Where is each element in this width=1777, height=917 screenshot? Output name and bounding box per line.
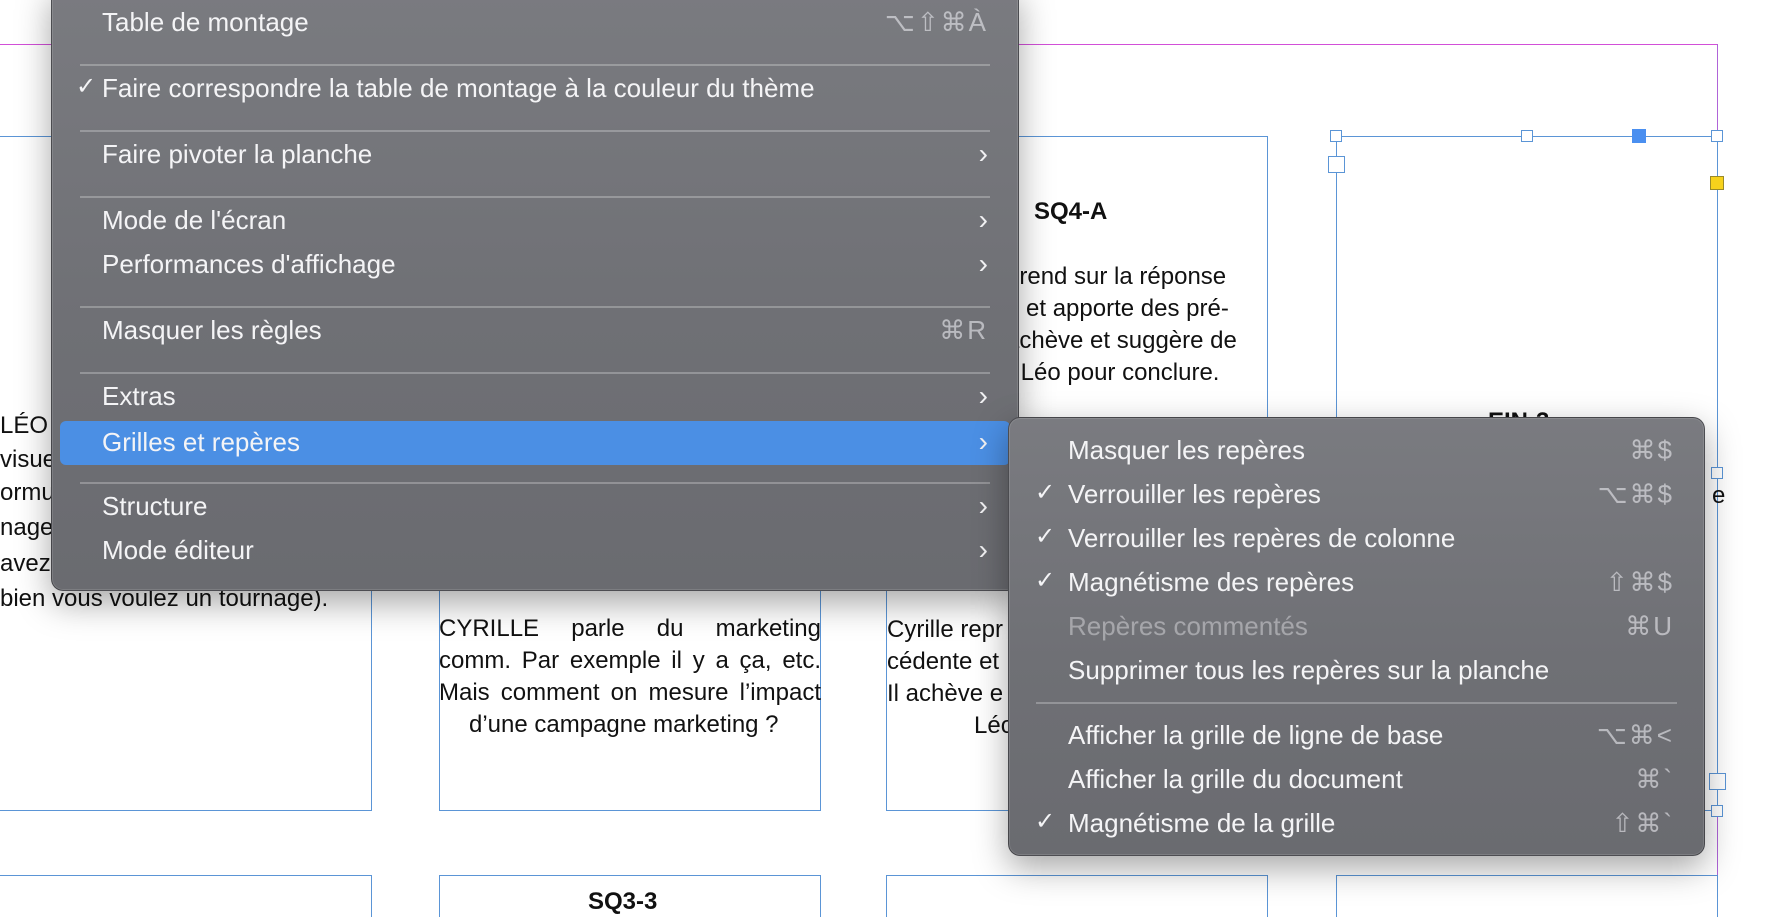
menu-item-table-de-montage[interactable]: Table de montage ⌥⇧⌘À: [60, 3, 1010, 41]
menu-separator: [1036, 702, 1677, 704]
menu-item-match-theme-color[interactable]: ✓ Faire correspondre la table de montage…: [60, 69, 1010, 107]
submenu-item-lock-column-guides[interactable]: ✓ Verrouiller les repères de colonne: [1017, 519, 1696, 557]
text-frame-out-port[interactable]: [1709, 773, 1726, 790]
checkmark-icon: ✓: [76, 73, 97, 100]
submenu-item-show-document-grid[interactable]: Afficher la grille du document ⌘`: [1017, 760, 1696, 798]
checkmark-icon: ✓: [1035, 479, 1056, 506]
text-cyrille-marketing: CYRILLE parle du marketing comm. Par exe…: [439, 615, 821, 706]
text-frame-bottom-4[interactable]: [1336, 875, 1718, 917]
corner-option-handle[interactable]: [1710, 176, 1724, 190]
text-line: ormu: [0, 479, 55, 506]
text-frame-in-port[interactable]: [1328, 156, 1345, 173]
selection-handle-top-left[interactable]: [1330, 130, 1342, 142]
shortcut-label: ⌘`: [1635, 764, 1674, 794]
view-menu: Table de montage ⌥⇧⌘À ✓ Faire correspond…: [51, 0, 1019, 591]
menu-separator: [80, 372, 990, 374]
selection-handle-top-middle[interactable]: [1521, 130, 1533, 142]
submenu-item-snap-to-guides[interactable]: ✓ Magnétisme des repères ⇧⌘$: [1017, 563, 1696, 601]
text-line: nage: [0, 514, 54, 541]
menu-separator: [80, 130, 990, 132]
chevron-right-icon: ›: [978, 248, 988, 279]
shortcut-label: ⌘U: [1625, 611, 1674, 641]
text-line: Cyrille repr: [887, 616, 1004, 643]
menu-separator: [80, 196, 990, 198]
menu-item-hide-rulers[interactable]: Masquer les règles ⌘R: [60, 311, 1010, 349]
shortcut-label: ⌘R: [939, 315, 988, 345]
selection-handle-bottom-right[interactable]: [1711, 805, 1723, 817]
grids-and-guides-submenu: Masquer les repères ⌘$ ✓ Verrouiller les…: [1008, 417, 1705, 856]
menu-separator: [80, 482, 990, 484]
shortcut-label: ⌥⇧⌘À: [884, 7, 988, 37]
text-line: prend sur la réponse: [1006, 263, 1227, 290]
text-line: Il achève e: [887, 680, 1004, 707]
text-frame-bottom-1[interactable]: [0, 875, 372, 917]
menu-item-extras[interactable]: Extras ›: [60, 377, 1010, 415]
selection-handle-middle-right[interactable]: [1711, 467, 1723, 479]
chevron-right-icon: ›: [978, 138, 988, 169]
submenu-item-smart-guides[interactable]: Repères commentés ⌘U: [1017, 607, 1696, 645]
chevron-right-icon: ›: [978, 204, 988, 235]
shortcut-label: ⌥⌘<: [1596, 720, 1674, 750]
menu-item-structure[interactable]: Structure ›: [60, 487, 1010, 525]
submenu-item-delete-all-guides[interactable]: Supprimer tous les repères sur la planch…: [1017, 651, 1696, 689]
selection-handle-anchor[interactable]: [1632, 129, 1646, 143]
chevron-right-icon: ›: [978, 380, 988, 411]
checkmark-icon: ✓: [1035, 808, 1056, 835]
menu-item-grids-and-guides[interactable]: Grilles et repères ›: [60, 421, 1010, 465]
submenu-item-snap-to-grid[interactable]: ✓ Magnétisme de la grille ⇧⌘`: [1017, 804, 1696, 842]
submenu-item-hide-guides[interactable]: Masquer les repères ⌘$: [1017, 431, 1696, 469]
submenu-item-lock-guides[interactable]: ✓ Verrouiller les repères ⌥⌘$: [1017, 475, 1696, 513]
menu-item-rotate-spread[interactable]: Faire pivoter la planche ›: [60, 135, 1010, 173]
chevron-right-icon: ›: [978, 534, 988, 565]
checkmark-icon: ✓: [1035, 523, 1056, 550]
text-line: e et apporte des pré-: [1006, 295, 1229, 322]
text-line: achève et suggère de: [1006, 327, 1237, 354]
shortcut-label: ⇧⌘$: [1605, 567, 1674, 597]
text-partial-letter: e: [1712, 482, 1726, 509]
menu-separator: [80, 64, 990, 66]
text-line: r Léo pour conclure.: [1006, 359, 1220, 386]
shortcut-label: ⌘$: [1629, 435, 1674, 465]
chevron-right-icon: ›: [978, 426, 988, 457]
heading-sq3-3: SQ3-3: [588, 888, 658, 915]
shortcut-label: ⌥⌘$: [1597, 479, 1674, 509]
text-line: cédente et: [887, 648, 1000, 675]
text-line: LÉO: [0, 412, 49, 439]
text-line: avez: [0, 550, 51, 577]
menu-separator: [80, 306, 990, 308]
chevron-right-icon: ›: [978, 490, 988, 521]
checkmark-icon: ✓: [1035, 567, 1056, 594]
heading-sq4a: SQ4-A: [1034, 198, 1108, 225]
menu-item-display-performance[interactable]: Performances d'affichage ›: [60, 245, 1010, 283]
selection-handle-top-right[interactable]: [1711, 130, 1723, 142]
text-line: visue: [0, 446, 57, 473]
submenu-item-show-baseline-grid[interactable]: Afficher la grille de ligne de base ⌥⌘<: [1017, 716, 1696, 754]
shortcut-label: ⇧⌘`: [1611, 808, 1674, 838]
menu-item-editor-mode[interactable]: Mode éditeur ›: [60, 531, 1010, 569]
menu-item-screen-mode[interactable]: Mode de l'écran ›: [60, 201, 1010, 239]
text-frame-bottom-3[interactable]: [886, 875, 1268, 917]
text-line: d’une campagne marketing ?: [469, 711, 779, 738]
